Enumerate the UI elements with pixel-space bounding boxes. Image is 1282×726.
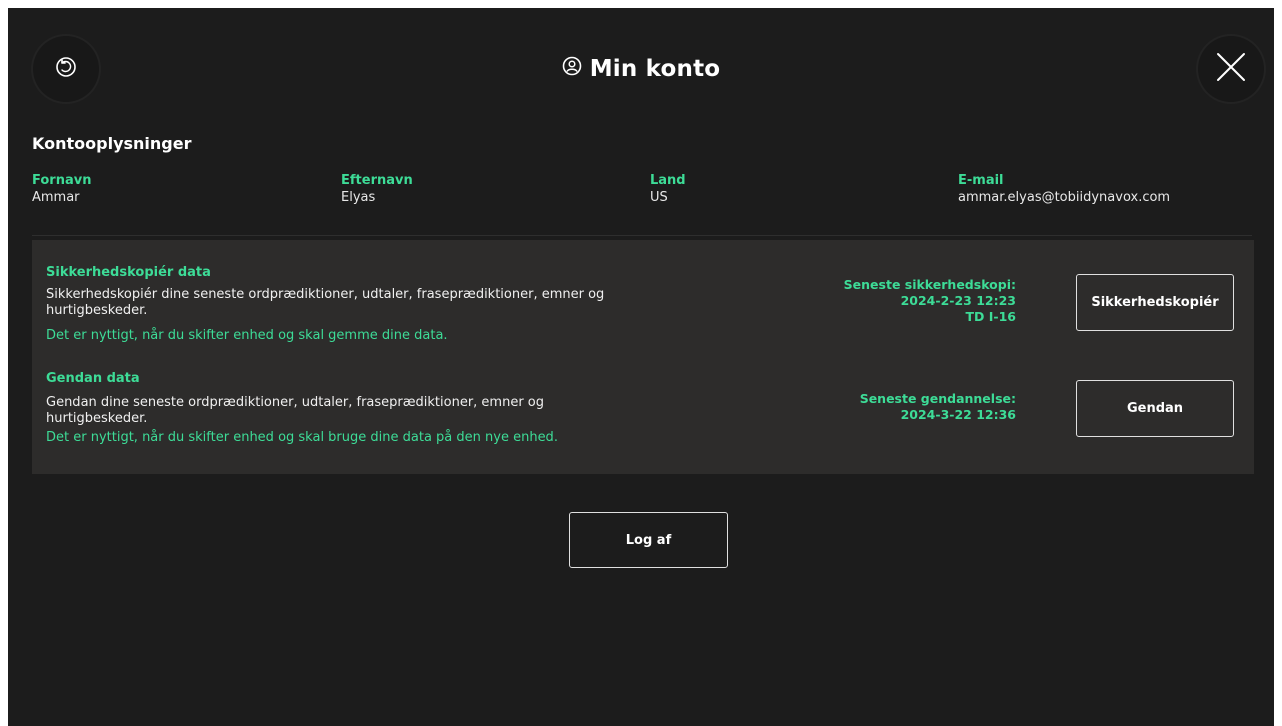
field-email: E-mail ammar.elyas@tobiidynavox.com [958, 173, 1170, 206]
field-value: Ammar [32, 190, 80, 205]
backup-description: Sikkerhedskopiér dine seneste ordprædikt… [46, 287, 605, 318]
field-value: ammar.elyas@tobiidynavox.com [958, 190, 1171, 205]
account-fields: Fornavn Ammar Efternavn Elyas Land US E-… [32, 173, 1252, 236]
user-circle-icon [562, 56, 582, 82]
backup-latest-device: TD I-16 [965, 309, 1017, 324]
field-label: Land [650, 173, 686, 188]
backup-title: Sikkerhedskopiér data [46, 265, 211, 280]
field-country: Land US [650, 173, 686, 206]
restore-title: Gendan data [46, 371, 140, 386]
page-title-text: Min konto [589, 56, 721, 82]
field-first-name: Fornavn Ammar [32, 173, 91, 206]
restore-button[interactable]: Gendan [1076, 380, 1234, 437]
account-info-heading: Kontooplysninger [32, 134, 192, 153]
logout-button[interactable]: Log af [569, 512, 728, 568]
page-title: Min konto [8, 56, 1274, 82]
data-panel: Sikkerhedskopiér data Sikkerhedskopiér d… [32, 240, 1254, 474]
backup-info: Seneste sikkerhedskopi: 2024-2-23 12:23 … [844, 277, 1016, 325]
field-last-name: Efternavn Elyas [341, 173, 413, 206]
field-label: E-mail [958, 173, 1004, 188]
backup-button[interactable]: Sikkerhedskopiér [1076, 274, 1234, 331]
restore-note: Det er nyttigt, når du skifter enhed og … [46, 430, 558, 445]
restore-latest-label: Seneste gendannelse: [859, 391, 1016, 406]
restore-latest-date: 2024-3-22 12:36 [900, 407, 1016, 422]
backup-latest-label: Seneste sikkerhedskopi: [843, 277, 1016, 292]
backup-latest-date: 2024-2-23 12:23 [900, 293, 1016, 308]
field-label: Efternavn [341, 173, 413, 188]
account-dialog: Min konto Kontooplysninger Fornavn Ammar… [8, 8, 1274, 726]
field-value: US [650, 190, 668, 205]
close-icon [1214, 50, 1248, 88]
field-label: Fornavn [32, 173, 92, 188]
restore-description: Gendan dine seneste ordprædiktioner, udt… [46, 395, 545, 426]
field-value: Elyas [341, 190, 376, 205]
close-button[interactable] [1198, 36, 1264, 102]
backup-note: Det er nyttigt, når du skifter enhed og … [46, 328, 448, 343]
restore-info: Seneste gendannelse: 2024-3-22 12:36 [860, 391, 1016, 423]
